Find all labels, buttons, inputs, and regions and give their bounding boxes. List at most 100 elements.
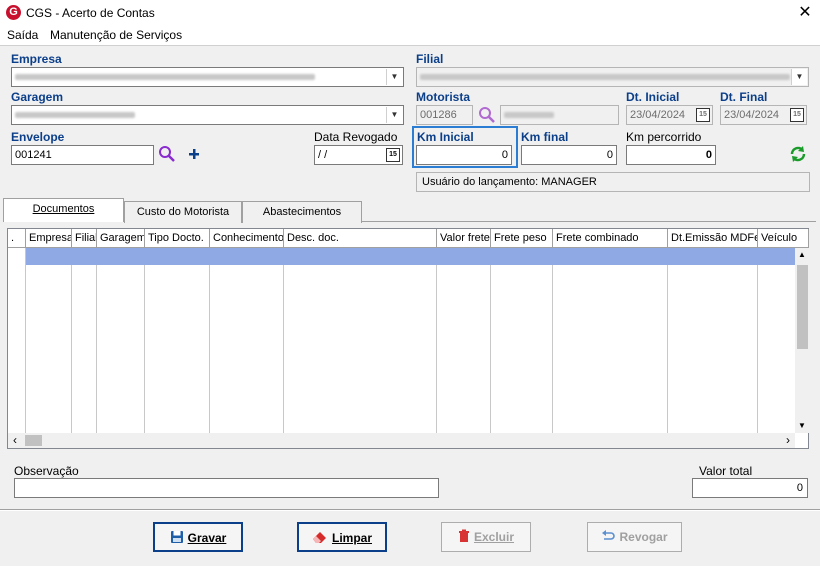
garagem-label: Garagem: [11, 90, 64, 104]
observacao-label: Observação: [14, 464, 79, 478]
tab-abastecimentos[interactable]: Abastecimentos: [242, 201, 362, 223]
dt-final-field[interactable]: 23/04/2024 15: [720, 105, 807, 125]
gravar-button[interactable]: Gravar: [153, 522, 243, 552]
close-icon[interactable]: ✕: [794, 2, 816, 24]
horizontal-scroll-thumb[interactable]: [25, 435, 42, 446]
documentos-grid[interactable]: . Empresa Filial Garagem Tipo Docto. Con…: [7, 228, 809, 449]
add-icon[interactable]: [188, 148, 200, 160]
dt-inicial-value: 23/04/2024: [630, 109, 686, 121]
empresa-select[interactable]: ▼: [11, 67, 404, 87]
tab-custo-motorista[interactable]: Custo do Motorista: [124, 201, 242, 223]
menu-manutencao-servicos[interactable]: Manutenção de Serviços: [50, 28, 182, 42]
envelope-label: Envelope: [11, 130, 65, 144]
col-divider: [436, 248, 437, 433]
excluir-button[interactable]: Excluir: [441, 522, 531, 552]
tab-documentos[interactable]: Documentos: [3, 198, 124, 222]
garagem-select[interactable]: ▼: [11, 105, 404, 125]
data-revogado-value: / /: [318, 149, 328, 161]
trash-icon: [458, 529, 469, 542]
col-divider: [283, 248, 284, 433]
dt-inicial-label: Dt. Inicial: [626, 90, 680, 104]
scroll-up-icon[interactable]: ▲: [795, 248, 809, 262]
limpar-button[interactable]: Limpar: [297, 522, 387, 552]
col-divider: [209, 248, 210, 433]
col-divider: [71, 248, 72, 433]
search-icon[interactable]: [158, 145, 176, 163]
chevron-down-icon[interactable]: ▼: [791, 69, 807, 85]
col-divider: [144, 248, 145, 433]
filial-value-redacted: [420, 74, 790, 80]
undo-icon: [602, 530, 616, 540]
vertical-scroll-thumb[interactable]: [797, 265, 808, 349]
col-divider: [552, 248, 553, 433]
km-inicial-label: Km Inicial: [417, 130, 474, 144]
scroll-right-icon[interactable]: ›: [781, 433, 795, 448]
search-icon[interactable]: [478, 106, 496, 124]
garagem-value-redacted: [15, 112, 135, 118]
col-header-desc-doc[interactable]: Desc. doc.: [284, 229, 437, 248]
refresh-icon[interactable]: [789, 145, 807, 163]
motorista-name-field[interactable]: [500, 105, 619, 125]
col-header-dt-emissao-mdfe[interactable]: Dt.Emissão MDFe: [668, 229, 758, 248]
motorista-name-redacted: [504, 112, 554, 118]
col-header-frete-combinado[interactable]: Frete combinado: [553, 229, 668, 248]
scroll-left-icon[interactable]: ‹: [8, 433, 22, 448]
col-divider: [96, 248, 97, 433]
data-revogado-field[interactable]: / / 15: [314, 145, 403, 165]
col-header-indicator[interactable]: .: [8, 229, 26, 248]
col-header-valor-frete[interactable]: Valor frete: [437, 229, 491, 248]
revogar-button[interactable]: Revogar: [587, 522, 682, 552]
chevron-down-icon[interactable]: ▼: [386, 107, 402, 123]
dt-final-value: 23/04/2024: [724, 109, 780, 121]
calendar-icon[interactable]: 15: [386, 148, 400, 162]
km-final-label: Km final: [521, 130, 569, 144]
empresa-label: Empresa: [11, 52, 62, 66]
col-header-frete-peso[interactable]: Frete peso: [491, 229, 553, 248]
data-revogado-label: Data Revogado: [314, 130, 398, 144]
col-divider: [757, 248, 758, 433]
limpar-label: Limpar: [331, 531, 372, 545]
col-header-garagem[interactable]: Garagem: [97, 229, 145, 248]
excluir-label: Excluir: [473, 530, 515, 544]
filial-label: Filial: [416, 52, 444, 66]
scroll-down-icon[interactable]: ▼: [795, 419, 809, 433]
dt-inicial-field[interactable]: 23/04/2024 15: [626, 105, 713, 125]
menu-divider: [0, 45, 820, 46]
eraser-icon: [312, 532, 326, 543]
col-header-conhecimento[interactable]: Conhecimento: [210, 229, 284, 248]
km-percorrido-field[interactable]: 0: [626, 145, 716, 165]
app-logo-icon: G: [6, 5, 21, 20]
km-final-field[interactable]: 0: [521, 145, 617, 165]
horizontal-scrollbar[interactable]: ‹ ›: [8, 433, 795, 448]
col-header-empresa[interactable]: Empresa: [26, 229, 72, 248]
chevron-down-icon[interactable]: ▼: [386, 69, 402, 85]
km-percorrido-label: Km percorrido: [626, 130, 702, 144]
calendar-icon[interactable]: 15: [696, 108, 710, 122]
col-divider: [490, 248, 491, 433]
col-header-filial[interactable]: Filial: [72, 229, 97, 248]
envelope-field[interactable]: 001241: [11, 145, 154, 165]
footer-divider: [0, 509, 820, 511]
calendar-icon[interactable]: 15: [790, 108, 804, 122]
empresa-value-redacted: [15, 74, 315, 80]
dt-final-label: Dt. Final: [720, 90, 768, 104]
gravar-label: Gravar: [187, 531, 227, 545]
usuario-lancamento: Usuário do lançamento: MANAGER: [416, 172, 810, 192]
table-row-selected[interactable]: [26, 248, 795, 265]
filial-select[interactable]: ▼: [416, 67, 809, 87]
motorista-code-field[interactable]: 001286: [416, 105, 473, 125]
observacao-field[interactable]: [14, 478, 439, 498]
col-divider: [25, 248, 26, 433]
valor-total-field[interactable]: 0: [692, 478, 808, 498]
revogar-label: Revogar: [619, 530, 668, 544]
col-header-tipo-docto[interactable]: Tipo Docto.: [145, 229, 210, 248]
save-icon: [170, 531, 183, 543]
motorista-label: Motorista: [416, 90, 470, 104]
col-divider: [667, 248, 668, 433]
col-header-veiculo[interactable]: Veículo: [758, 229, 809, 248]
km-inicial-field[interactable]: 0: [416, 145, 512, 165]
window-title: CGS - Acerto de Contas: [26, 6, 155, 20]
vertical-scrollbar[interactable]: ▲ ▼: [795, 248, 809, 433]
tab-documentos-label: Documentos: [32, 203, 95, 215]
menu-saida[interactable]: Saída: [7, 28, 38, 42]
